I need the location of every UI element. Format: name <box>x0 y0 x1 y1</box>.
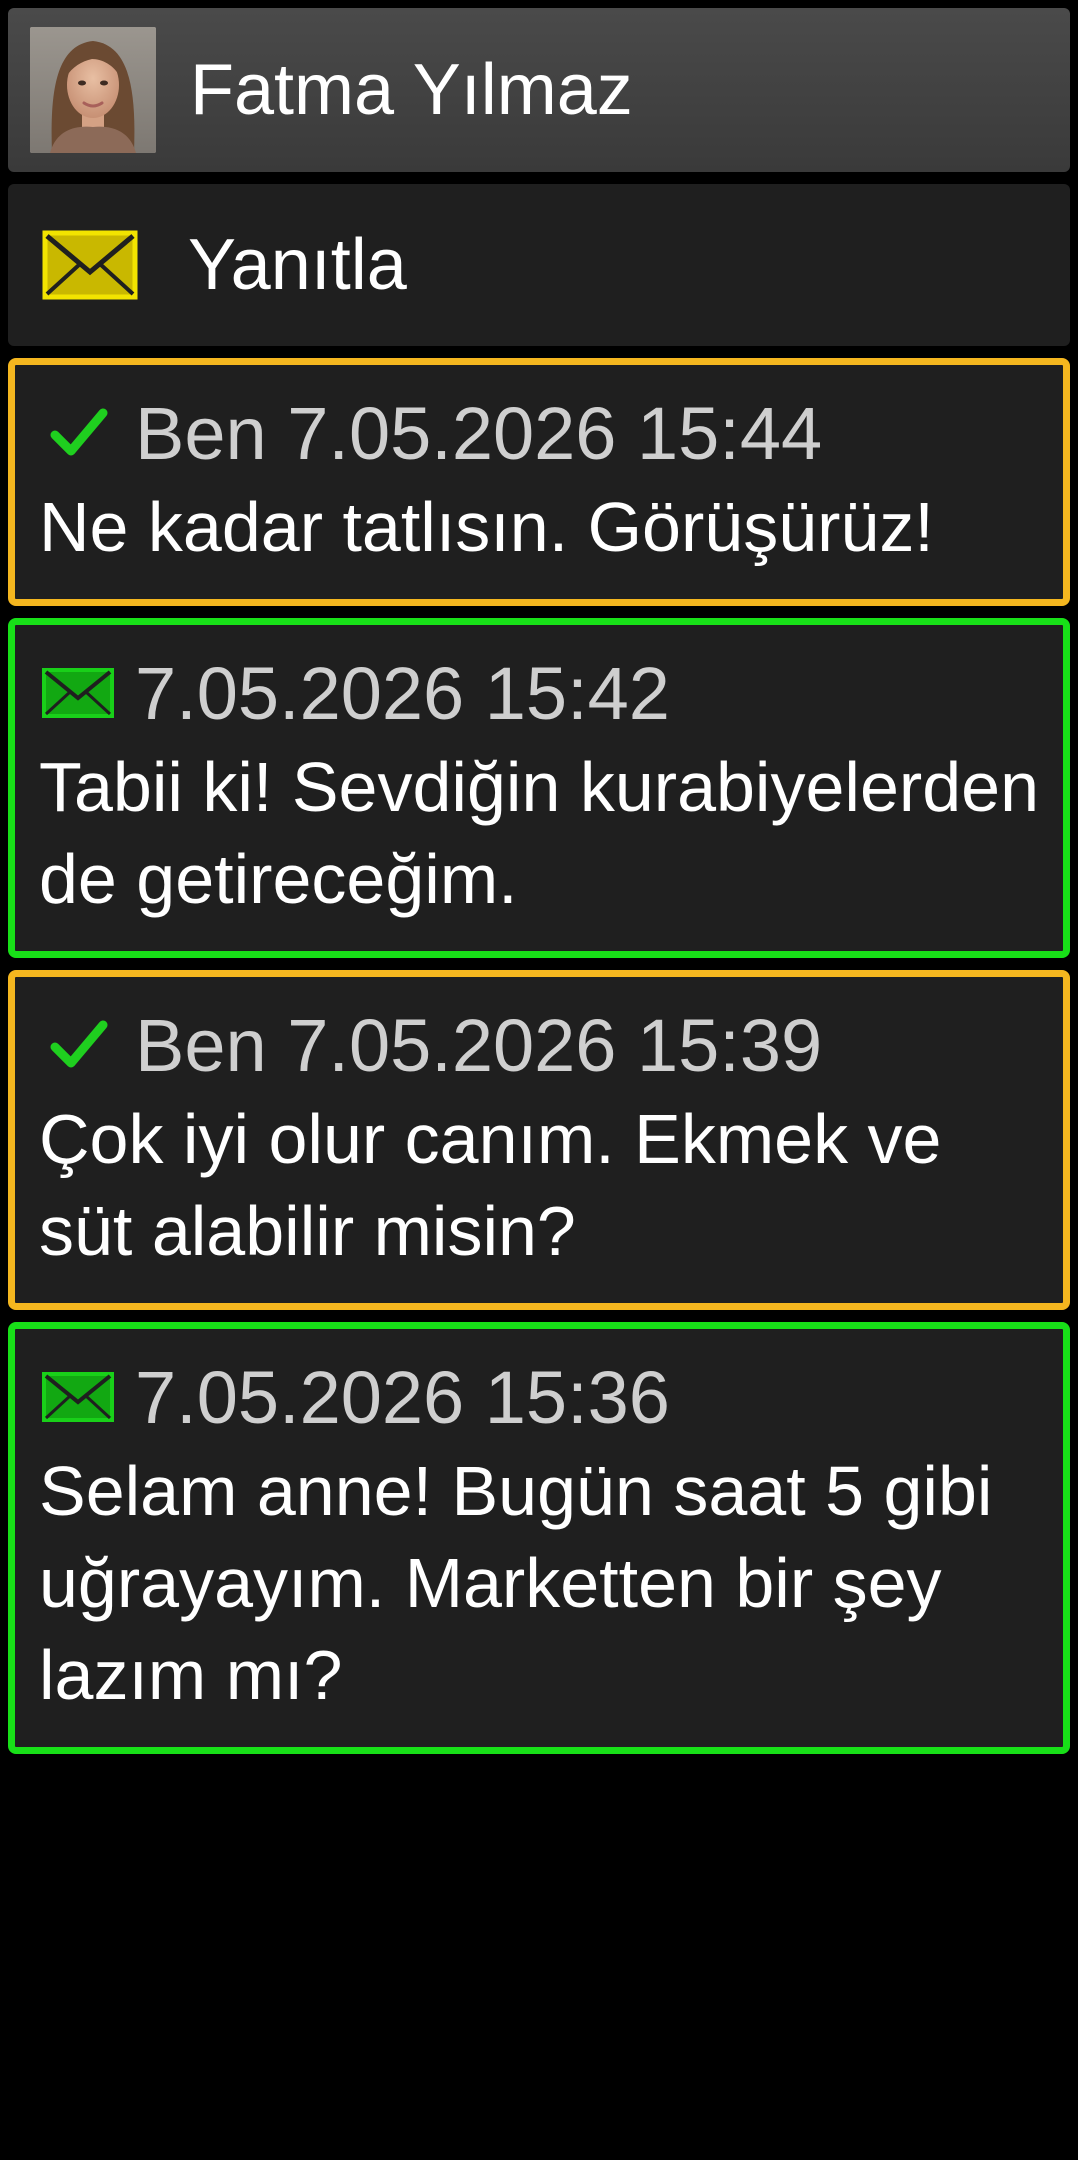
contact-name: Fatma Yılmaz <box>190 50 633 130</box>
reply-button[interactable]: Yanıtla <box>8 184 1070 346</box>
message-meta: Ben 7.05.2026 15:44 <box>39 379 1041 487</box>
message-text: Ne kadar tatlısın. Görüşürüz! <box>39 488 934 566</box>
message-sender-time: Ben 7.05.2026 15:44 <box>135 391 823 475</box>
conversation-screen: Fatma Yılmaz Yanıtla Ben 7.05.2026 15:44… <box>8 8 1070 1754</box>
message-text: Tabii ki! Sevdiğin kurabiyelerden de get… <box>39 748 1039 918</box>
message-card-incoming[interactable]: 7.05.2026 15:36 Selam anne! Bugün saat 5… <box>8 1322 1070 1754</box>
message-meta: 7.05.2026 15:42 <box>39 639 1041 747</box>
contact-photo-icon <box>30 27 156 153</box>
checkmark-icon <box>39 403 117 463</box>
checkmark-icon <box>39 1015 117 1075</box>
message-card-outgoing[interactable]: Ben 7.05.2026 15:39 Çok iyi olur canım. … <box>8 970 1070 1310</box>
reply-label: Yanıtla <box>188 225 407 305</box>
message-card-outgoing[interactable]: Ben 7.05.2026 15:44 Ne kadar tatlısın. G… <box>8 358 1070 606</box>
envelope-icon <box>39 1367 117 1427</box>
message-time: 7.05.2026 15:36 <box>135 1355 670 1439</box>
envelope-icon <box>42 230 138 300</box>
contact-header[interactable]: Fatma Yılmaz <box>8 8 1070 172</box>
message-meta: 7.05.2026 15:36 <box>39 1343 1041 1451</box>
message-text: Çok iyi olur canım. Ekmek ve süt alabili… <box>39 1100 942 1270</box>
envelope-icon <box>39 663 117 723</box>
message-meta: Ben 7.05.2026 15:39 <box>39 991 1041 1099</box>
message-time: 7.05.2026 15:42 <box>135 651 670 735</box>
contact-avatar <box>30 27 156 153</box>
message-sender-time: Ben 7.05.2026 15:39 <box>135 1003 823 1087</box>
message-text: Selam anne! Bugün saat 5 gibi uğrayayım.… <box>39 1452 993 1714</box>
message-card-incoming[interactable]: 7.05.2026 15:42 Tabii ki! Sevdiğin kurab… <box>8 618 1070 958</box>
